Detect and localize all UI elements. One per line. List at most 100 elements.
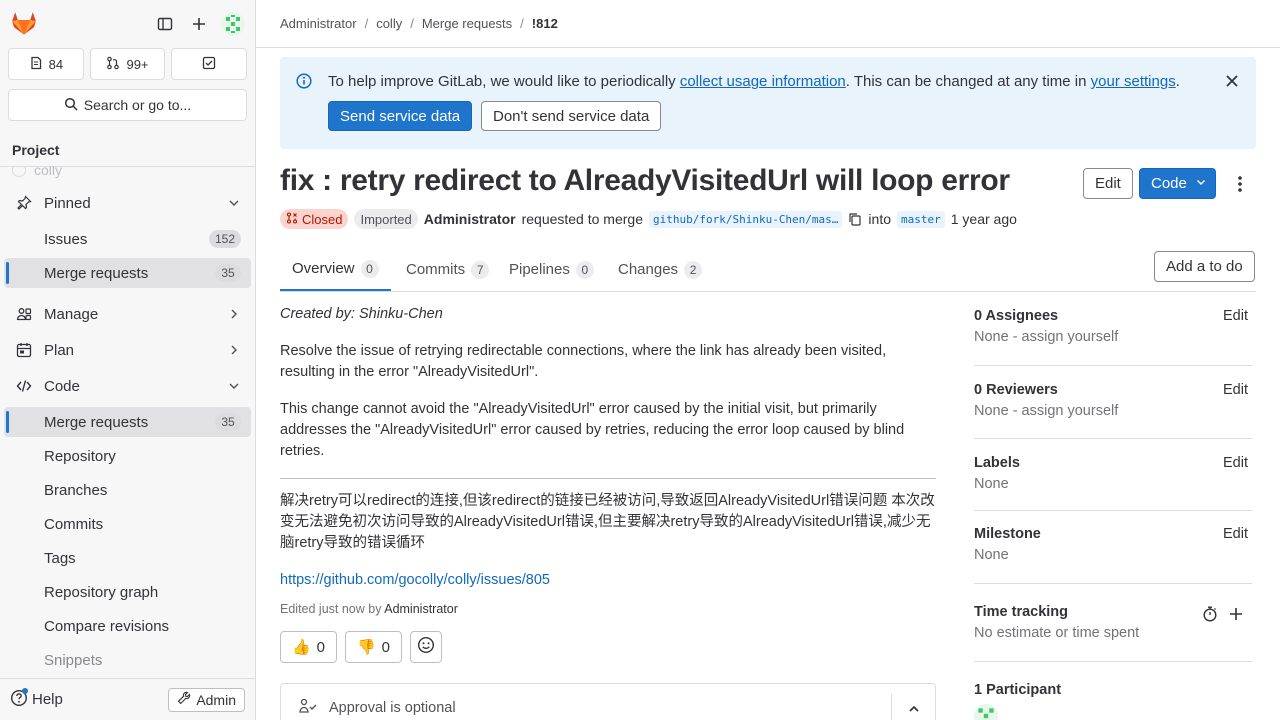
close-icon[interactable] — [1224, 73, 1240, 89]
time-tracking-section: Time tracking No estimate or time spent — [974, 604, 1252, 662]
notification-dot — [22, 687, 28, 694]
sidebar-item-merge-requests-pinned[interactable]: Merge requests 35 — [4, 258, 251, 288]
tab-pipelines[interactable]: Pipelines 0 — [497, 248, 606, 291]
plus-icon[interactable] — [1228, 606, 1244, 625]
edited-by-link[interactable]: Administrator — [384, 602, 458, 616]
dont-send-service-data-button[interactable]: Don't send service data — [481, 101, 662, 131]
chevron-right-icon — [227, 307, 241, 321]
thumbs-up-button[interactable]: 👍 0 — [280, 631, 337, 663]
send-service-data-button[interactable]: Send service data — [328, 101, 473, 131]
sidebar-item-manage[interactable]: Manage — [4, 299, 251, 329]
sidebar-faded-project[interactable]: colly — [12, 166, 62, 178]
created-by: Created by: Shinku-Chen — [280, 306, 443, 322]
tab-overview[interactable]: Overview 0 — [280, 248, 391, 291]
chevron-down-icon — [1195, 175, 1207, 192]
sidebar-item-plan[interactable]: Plan — [4, 335, 251, 365]
merge-requests-count: 99+ — [126, 56, 149, 72]
sidebar-item-code[interactable]: Code — [4, 371, 251, 401]
sidebar-item-snippets[interactable]: Snippets — [4, 645, 251, 675]
sidebar-item-issues[interactable]: Issues 152 — [4, 224, 251, 254]
issues-badge: 152 — [208, 230, 241, 248]
chevron-up-icon[interactable] — [891, 694, 935, 720]
page-title: fix : retry redirect to AlreadyVisitedUr… — [280, 164, 1010, 197]
thumbs-down-icon: 👎 — [356, 639, 376, 656]
issues-count: 84 — [48, 56, 64, 72]
sidebar-item-repository[interactable]: Repository — [4, 441, 251, 471]
code-icon — [16, 378, 32, 394]
issues-icon — [29, 56, 43, 73]
gitlab-logo-icon[interactable] — [10, 10, 38, 38]
banner-message: To help improve GitLab, we would like to… — [328, 73, 1180, 90]
assignees-title: 0 Assignees — [974, 308, 1059, 324]
edit-milestone-button[interactable]: Edit — [1223, 526, 1248, 542]
plus-icon[interactable] — [187, 12, 211, 36]
project-avatar-icon — [12, 166, 26, 177]
sidebar-toggle-icon[interactable] — [153, 12, 177, 36]
edit-title-button[interactable]: Edit — [1083, 168, 1133, 199]
edited-note: Edited just now by Administrator — [280, 602, 458, 616]
breadcrumb-item-current[interactable]: !812 — [532, 16, 558, 31]
mr-meta: Closed Imported Administrator requested … — [280, 208, 1017, 230]
breadcrumb-separator: / — [520, 16, 524, 31]
assign-reviewer-link[interactable]: None - assign yourself — [974, 403, 1252, 419]
author-link[interactable]: Administrator — [424, 211, 516, 227]
calendar-icon — [16, 342, 32, 358]
tab-count: 7 — [471, 260, 490, 279]
participant-avatar[interactable] — [974, 704, 1252, 720]
sidebar-section-title: Project — [0, 133, 255, 167]
pin-icon — [16, 195, 32, 211]
search-button[interactable]: Search or go to... — [8, 89, 247, 121]
sidebar-footer: Help Admin — [0, 678, 255, 720]
requested-text: requested to merge — [521, 211, 643, 227]
participants-title: 1 Participant — [974, 682, 1062, 698]
sidebar-nav: colly Pinned Issues 152 Merge requests 3… — [0, 166, 255, 678]
edit-assignees-button[interactable]: Edit — [1223, 308, 1248, 324]
add-todo-button[interactable]: Add a to do — [1154, 251, 1255, 282]
approval-icon — [299, 698, 319, 718]
milestone-section: Milestone None Edit — [974, 526, 1252, 584]
breadcrumb-item[interactable]: colly — [376, 16, 402, 31]
source-branch[interactable]: github/fork/Shinku-Chen/mas… — [648, 210, 843, 228]
stopwatch-icon[interactable] — [1202, 606, 1218, 625]
merge-requests-badge: 35 — [215, 413, 241, 431]
help-button[interactable]: Help — [10, 687, 63, 711]
code-dropdown-button[interactable]: Code — [1139, 168, 1216, 199]
sidebar-item-merge-requests[interactable]: Merge requests 35 — [4, 407, 251, 437]
collect-usage-link[interactable]: collect usage information — [680, 73, 846, 90]
thumbs-down-button[interactable]: 👎 0 — [345, 631, 402, 663]
sidebar-item-pinned[interactable]: Pinned — [4, 188, 251, 218]
tab-commits[interactable]: Commits 7 — [394, 248, 501, 291]
tab-changes[interactable]: Changes 2 — [606, 248, 714, 291]
sidebar-counts: 84 99+ — [0, 48, 255, 80]
status-badge: Closed — [280, 209, 349, 229]
target-branch[interactable]: master — [897, 210, 945, 228]
issues-count-button[interactable]: 84 — [8, 48, 84, 80]
sidebar-item-tags[interactable]: Tags — [4, 543, 251, 573]
issue-link[interactable]: https://github.com/gocolly/colly/issues/… — [280, 572, 550, 588]
time-tracking-value: No estimate or time spent — [974, 625, 1140, 641]
labels-section: Labels None Edit — [974, 455, 1252, 511]
sidebar-item-compare-revisions[interactable]: Compare revisions — [4, 611, 251, 641]
your-settings-link[interactable]: your settings — [1091, 73, 1176, 90]
user-avatar[interactable] — [221, 12, 245, 36]
sidebar-item-repository-graph[interactable]: Repository graph — [4, 577, 251, 607]
merge-requests-count-button[interactable]: 99+ — [89, 48, 166, 80]
breadcrumb-item[interactable]: Administrator — [280, 16, 357, 31]
reviewers-title: 0 Reviewers — [974, 382, 1058, 398]
mr-tabs: Overview 0 Commits 7 Pipelines 0 Changes… — [280, 248, 1256, 292]
sidebar-item-branches[interactable]: Branches — [4, 475, 251, 505]
search-label: Search or go to... — [83, 97, 192, 113]
copy-icon[interactable] — [848, 212, 862, 226]
add-reaction-button[interactable] — [410, 631, 442, 663]
todos-button[interactable] — [171, 48, 248, 80]
more-actions-icon[interactable] — [1230, 172, 1250, 196]
edit-labels-button[interactable]: Edit — [1223, 455, 1248, 471]
breadcrumb-item[interactable]: Merge requests — [422, 16, 512, 31]
approval-widget: Approval is optional — [280, 683, 936, 720]
admin-button[interactable]: Admin — [168, 687, 245, 712]
assignees-section: 0 Assignees None - assign yourself Edit — [974, 308, 1252, 366]
edit-reviewers-button[interactable]: Edit — [1223, 382, 1248, 398]
tab-count: 0 — [360, 259, 379, 278]
assign-yourself-link[interactable]: None - assign yourself — [974, 329, 1252, 345]
sidebar-item-commits[interactable]: Commits — [4, 509, 251, 539]
